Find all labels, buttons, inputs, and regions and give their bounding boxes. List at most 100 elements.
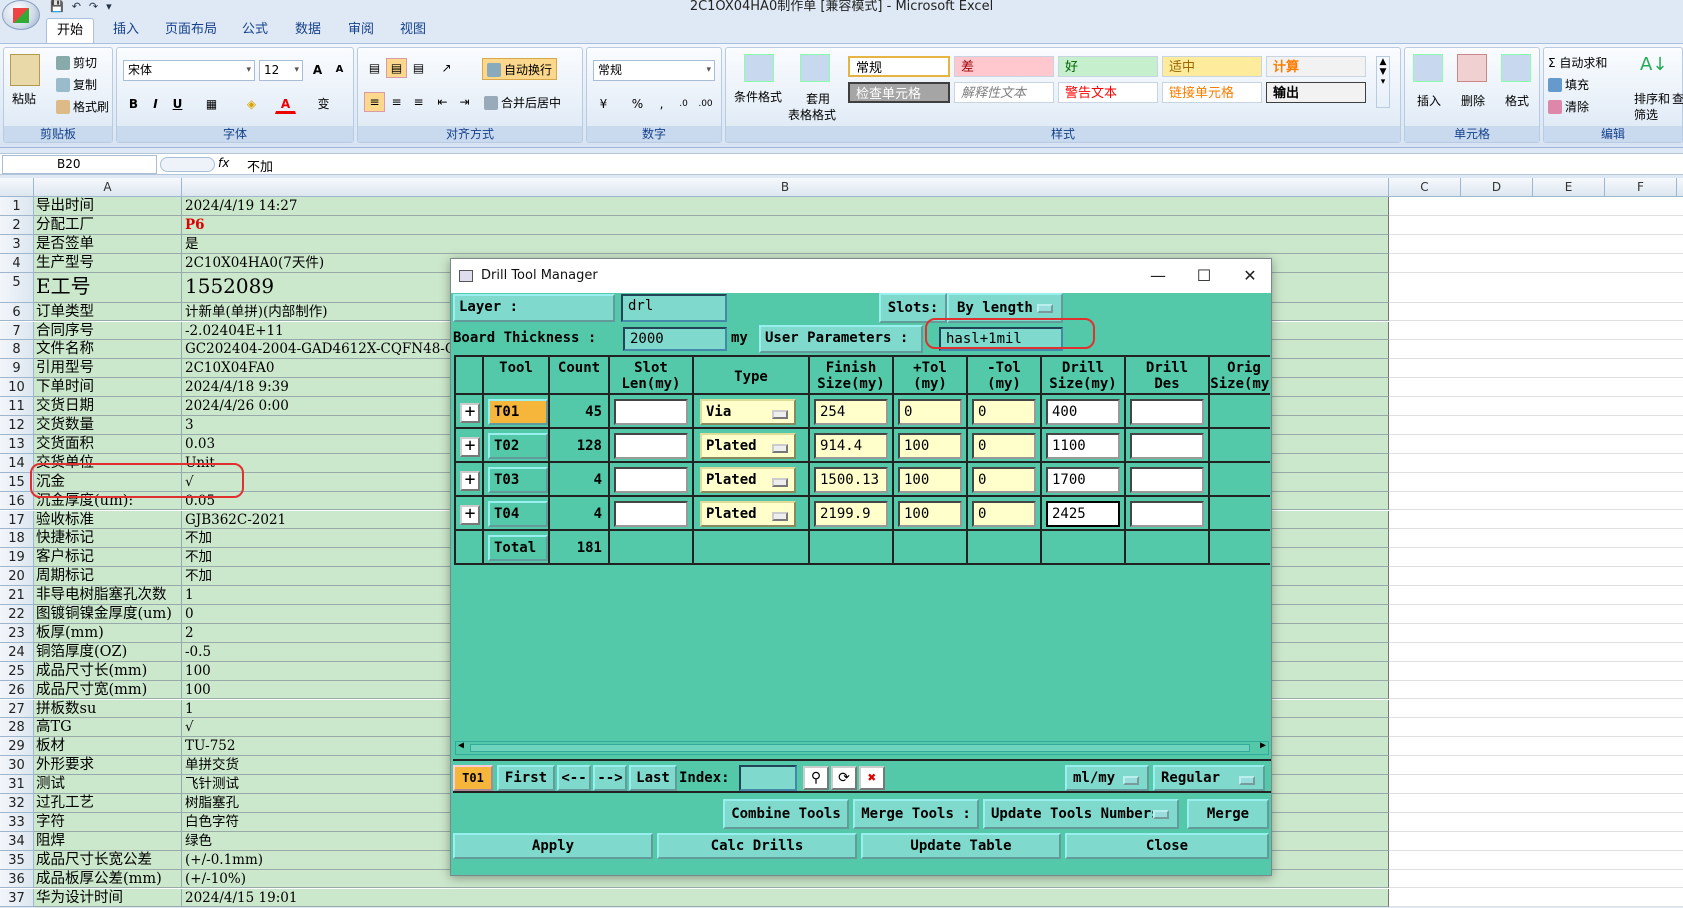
cell-a[interactable]: 板厚(mm) xyxy=(34,623,182,643)
finish-size-input[interactable]: 1500.13 xyxy=(814,467,888,493)
name-box[interactable]: B20 xyxy=(2,155,157,174)
undo-icon[interactable]: ↶ xyxy=(72,0,81,13)
row-header[interactable]: 26 xyxy=(0,680,34,700)
cell-a[interactable]: 板材 xyxy=(34,737,182,757)
cell-a[interactable]: 分配工厂 xyxy=(34,215,182,235)
align-center-icon[interactable]: ≡ xyxy=(386,92,407,112)
cell-a[interactable]: 周期标记 xyxy=(34,567,182,587)
column-header-b[interactable]: B xyxy=(182,178,1389,197)
drill-des-input[interactable] xyxy=(1130,399,1204,425)
empty-cells[interactable] xyxy=(1389,272,1683,303)
row-header[interactable]: 37 xyxy=(0,888,34,908)
row-header[interactable]: 28 xyxy=(0,718,34,738)
cell-a[interactable]: 测试 xyxy=(34,775,182,794)
tool-name[interactable]: T04 xyxy=(488,501,548,527)
table-horizontal-scrollbar[interactable]: ◀ ▶ xyxy=(455,740,1269,755)
type-select[interactable]: Plated xyxy=(700,467,796,493)
row-header[interactable]: 24 xyxy=(0,642,34,662)
empty-cells[interactable] xyxy=(1389,548,1683,568)
empty-cells[interactable] xyxy=(1389,831,1683,851)
cell-a[interactable]: 下单时间 xyxy=(34,378,182,398)
empty-cells[interactable] xyxy=(1389,699,1683,719)
cell-a[interactable]: 是否签单 xyxy=(34,234,182,254)
row-header[interactable]: 15 xyxy=(0,472,34,492)
row-header[interactable]: 11 xyxy=(0,397,34,416)
row-header[interactable]: 33 xyxy=(0,812,34,832)
empty-cells[interactable] xyxy=(1389,623,1683,643)
empty-cells[interactable] xyxy=(1389,472,1683,492)
cut-button[interactable]: 剪切 xyxy=(56,54,97,71)
cell-a[interactable]: 拼板数su xyxy=(34,699,182,719)
close-button[interactable]: Close xyxy=(1065,833,1269,859)
cell-a[interactable]: 华为设计时间 xyxy=(34,888,182,908)
drill-size-input[interactable]: 2425 xyxy=(1046,501,1120,527)
row-header[interactable]: 19 xyxy=(0,548,34,568)
row-header[interactable]: 1 xyxy=(0,197,34,216)
empty-cells[interactable] xyxy=(1389,756,1683,776)
row-header[interactable]: 13 xyxy=(0,434,34,454)
cell-a[interactable]: 阻焊 xyxy=(34,831,182,851)
style-warning[interactable]: 警告文本 xyxy=(1058,82,1158,103)
scroll-right-icon[interactable]: ▶ xyxy=(1260,740,1266,751)
index-input[interactable] xyxy=(739,765,797,791)
empty-cells[interactable] xyxy=(1389,567,1683,587)
font-size-select[interactable]: 12 xyxy=(259,60,303,81)
units-select[interactable]: ml/my xyxy=(1065,765,1149,791)
cell-a[interactable]: 成品尺寸长宽公差 xyxy=(34,850,182,870)
board-thickness-input[interactable]: 2000 xyxy=(623,327,727,351)
clear-filter-icon[interactable]: ✖ xyxy=(859,766,885,790)
finish-size-input[interactable]: 2199.9 xyxy=(814,501,888,527)
cell-a[interactable]: 客户标记 xyxy=(34,548,182,568)
empty-cells[interactable] xyxy=(1389,453,1683,473)
mode-select[interactable]: Regular xyxy=(1153,765,1265,791)
type-select[interactable]: Plated xyxy=(700,433,796,459)
row-header[interactable]: 16 xyxy=(0,491,34,511)
percent-icon[interactable]: % xyxy=(627,94,648,114)
drill-size-input[interactable]: 1100 xyxy=(1046,433,1120,459)
expand-row-icon[interactable]: + xyxy=(460,403,480,423)
scroll-thumb[interactable] xyxy=(470,744,1250,752)
minus-tol-input[interactable]: 0 xyxy=(972,467,1036,493)
row-header[interactable]: 7 xyxy=(0,321,34,341)
merge-center-button[interactable]: 合并后居中 xyxy=(484,94,561,111)
tool-name[interactable]: T03 xyxy=(488,467,548,493)
underline-button[interactable]: U xyxy=(167,94,188,114)
scroll-left-icon[interactable]: ◀ xyxy=(458,740,464,751)
cell-a[interactable]: 成品尺寸宽(mm) xyxy=(34,680,182,700)
apply-button[interactable]: Apply xyxy=(453,833,653,859)
cell-a[interactable]: 成品尺寸长(mm) xyxy=(34,661,182,681)
last-button[interactable]: Last xyxy=(629,765,677,791)
format-cells-button[interactable]: 格式 xyxy=(1505,92,1529,109)
delete-cells-button[interactable]: 删除 xyxy=(1461,92,1485,109)
style-output[interactable]: 输出 xyxy=(1266,82,1366,103)
styles-scroll-icon[interactable]: ▲ ▼ ▾ xyxy=(1376,56,1390,108)
column-header-a[interactable]: A xyxy=(34,178,182,197)
row-header[interactable]: 20 xyxy=(0,567,34,587)
empty-cells[interactable] xyxy=(1389,869,1683,889)
cell-a[interactable]: 成品板厚公差(mm) xyxy=(34,869,182,889)
row-header[interactable]: 18 xyxy=(0,529,34,549)
currency-icon[interactable]: ¥ xyxy=(593,94,614,114)
cell-a[interactable]: 文件名称 xyxy=(34,340,182,360)
paste-icon[interactable] xyxy=(10,54,40,86)
cell-a[interactable]: 快捷标记 xyxy=(34,529,182,549)
empty-cells[interactable] xyxy=(1389,794,1683,813)
style-good[interactable]: 好 xyxy=(1058,56,1158,77)
row-header[interactable]: 8 xyxy=(0,340,34,360)
minimize-icon[interactable]: — xyxy=(1135,259,1181,293)
row-header[interactable]: 22 xyxy=(0,605,34,624)
number-format-select[interactable]: 常规 xyxy=(593,60,715,81)
search-icon[interactable]: ⚲ xyxy=(803,766,829,790)
insert-cells-button[interactable]: 插入 xyxy=(1417,92,1441,109)
empty-cells[interactable] xyxy=(1389,737,1683,757)
empty-cells[interactable] xyxy=(1389,529,1683,549)
row-header[interactable]: 36 xyxy=(0,869,34,889)
borders-icon[interactable]: ▦ xyxy=(201,94,222,114)
row-header[interactable]: 3 xyxy=(0,234,34,254)
redo-icon[interactable]: ↷ xyxy=(89,0,98,13)
cell-a[interactable]: E工号 xyxy=(34,272,182,303)
row-header[interactable]: 25 xyxy=(0,661,34,681)
formula-input[interactable]: 不加 xyxy=(247,156,273,175)
tab-formulas[interactable]: 公式 xyxy=(232,18,278,43)
empty-cells[interactable] xyxy=(1389,253,1683,273)
